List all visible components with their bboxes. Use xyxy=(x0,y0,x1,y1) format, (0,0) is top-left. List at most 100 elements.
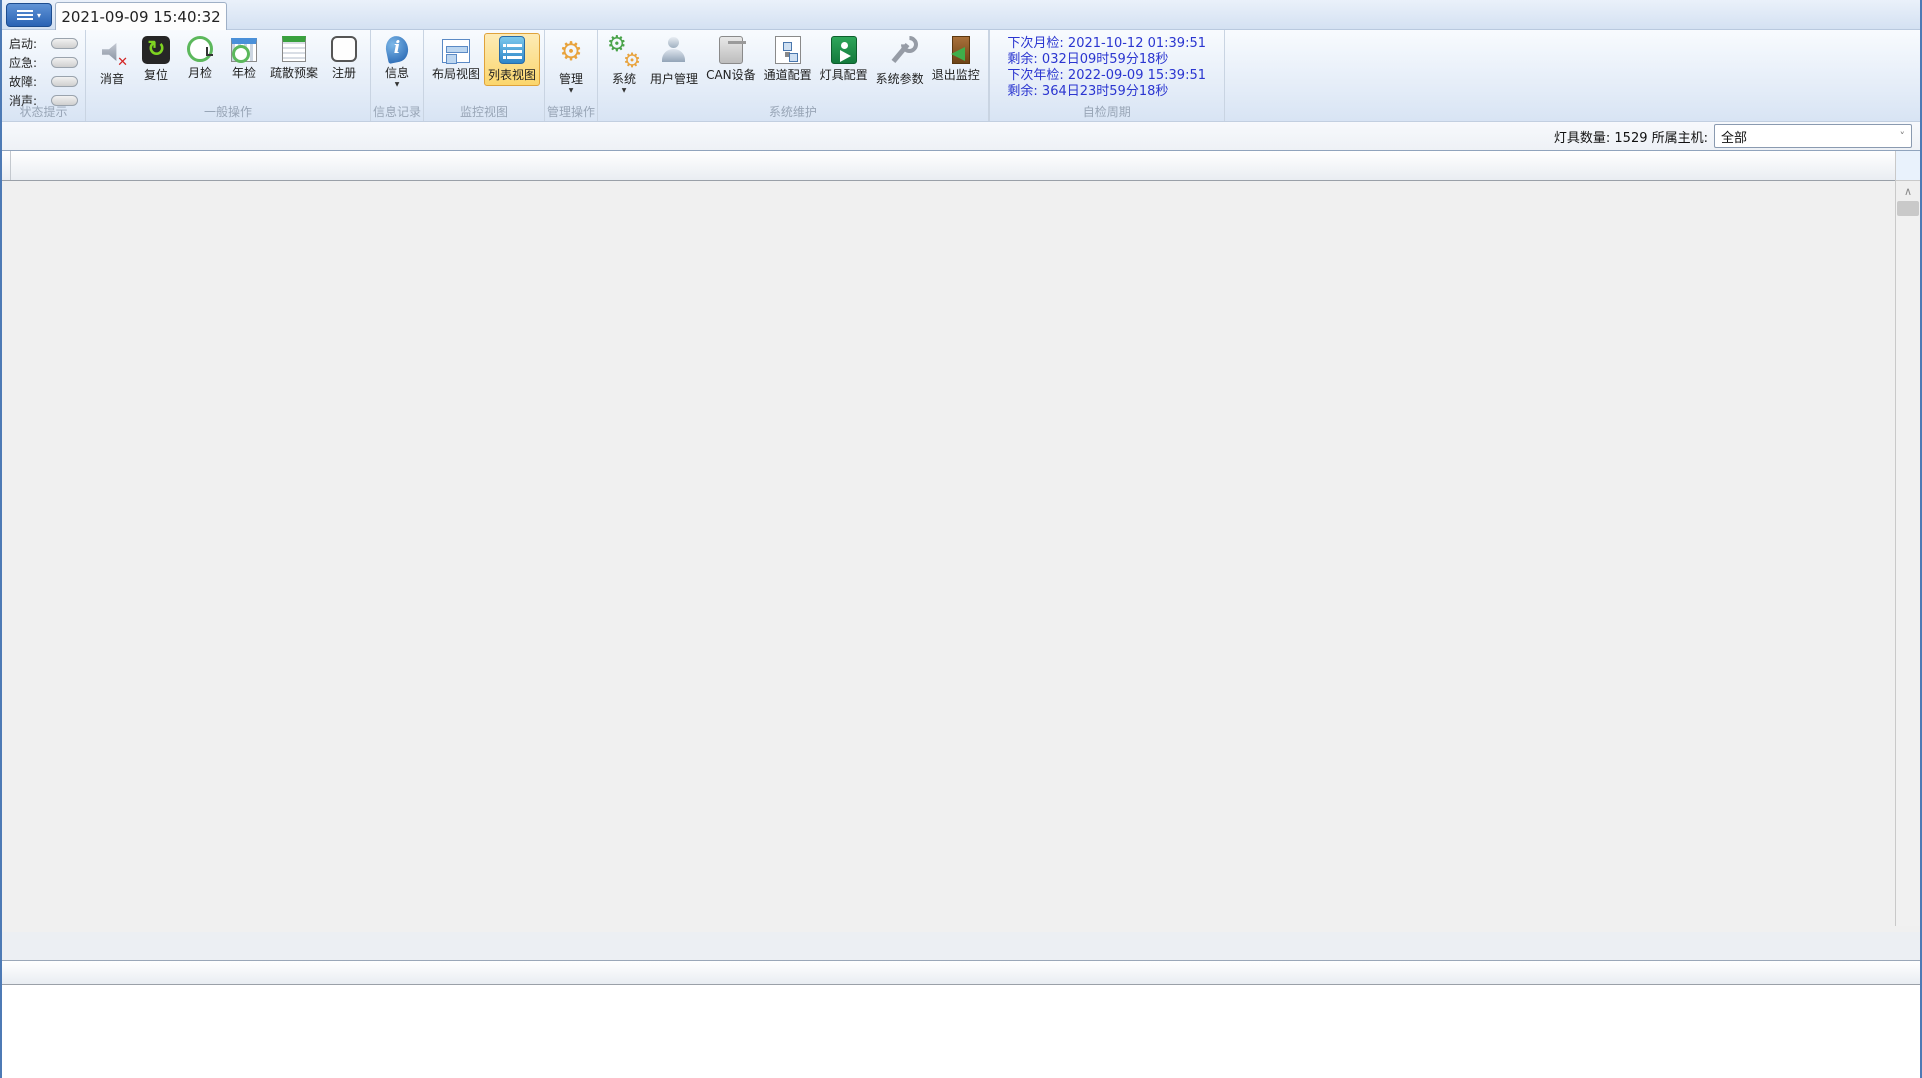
status-panel: 启动: 应急: 故障: 消声: 状态提示 xyxy=(2,30,86,121)
app-menu-button[interactable]: ▾ xyxy=(6,3,52,27)
fault-table-panel xyxy=(2,960,1920,1078)
ribbon-button-label: 系统 xyxy=(612,72,637,86)
self-check-line-0: 下次月检: 2021-10-12 01:39:51 xyxy=(1007,36,1206,51)
user-manage-icon xyxy=(657,36,691,68)
reset-button[interactable]: 复位 xyxy=(134,33,178,86)
info-icon xyxy=(383,33,411,65)
filter-bar: 灯具数量: 1529 所属主机: 全部 ˅ xyxy=(2,122,1920,150)
chevron-down-icon: ▾ xyxy=(36,10,41,20)
scrollbar-thumb[interactable] xyxy=(1897,201,1919,216)
host-filter-value: 全部 xyxy=(1721,130,1748,146)
menu-bars-icon xyxy=(16,10,33,20)
system-params-icon xyxy=(883,36,917,68)
ribbon-button-label: 列表视图 xyxy=(488,68,537,82)
register-icon xyxy=(331,36,358,62)
ribbon-group-0: 消音 复位 月检 年检疏散预案注册一般操作 xyxy=(86,30,372,121)
ribbon-button-label: 疏散预案 xyxy=(270,66,319,80)
app-window: ▾ 2021-09-09 15:40:32 启动: 应急: 故障: 消声: 状态提示 … xyxy=(0,0,1922,1078)
channel-config-icon xyxy=(774,36,801,64)
system-button[interactable]: 系统 ▼ xyxy=(602,32,646,96)
layout-view-icon xyxy=(442,39,471,64)
system-params-button[interactable]: 系统参数 xyxy=(872,33,928,90)
fault-table-header xyxy=(2,961,1920,985)
can-device-button[interactable]: CAN设备 xyxy=(702,33,760,86)
layout-view-button[interactable]: 布局视图 xyxy=(428,33,484,85)
ribbon-toolbar: 启动:应急:故障:消声: 状态提示 消音复位月检年检疏散预案注册一般操作信息▼信… xyxy=(2,30,1920,122)
ribbon-group-4: 系统 ▼ 用户管理 CAN设备 通道配置 灯具配置 系统参数 退出监控系统维护 xyxy=(598,30,989,121)
scrollbar-header-spacer xyxy=(1896,151,1920,181)
ribbon-group-label: 一般操作 xyxy=(204,105,253,119)
mute-button[interactable]: 消音 xyxy=(90,33,134,90)
lamp-table-header xyxy=(2,151,1920,181)
self-check-line-2: 下次年检: 2022-09-09 15:39:51 xyxy=(1007,68,1206,83)
ribbon-button-row: 信息▼ xyxy=(375,32,419,105)
can-device-icon xyxy=(718,36,746,64)
annual-check-button[interactable]: 年检 xyxy=(222,33,266,84)
main-table-scrollbar[interactable]: ∧ xyxy=(1895,151,1920,926)
chevron-down-icon: ▼ xyxy=(568,87,574,94)
ribbon-button-row: 消音 复位 月检 年检疏散预案注册 xyxy=(90,32,366,105)
mute-icon xyxy=(95,36,129,70)
lamp-table-panel: ∧ xyxy=(2,150,1920,932)
ribbon-group-3: 管理 ▼ 管理操作 xyxy=(545,30,599,121)
ribbon-button-label: 注册 xyxy=(332,66,357,80)
ribbon-button-label: 用户管理 xyxy=(650,72,699,86)
ribbon-button-label: CAN设备 xyxy=(706,68,756,82)
ribbon-group-1: 信息▼ 信息记录 xyxy=(371,30,425,121)
list-view-icon xyxy=(499,36,526,64)
ribbon-button-label: 系统参数 xyxy=(875,72,924,86)
ribbon-button-label: 信息 xyxy=(385,66,410,80)
host-filter-select[interactable]: 全部 ˅ xyxy=(1714,124,1912,148)
manage-button[interactable]: 管理 ▼ xyxy=(549,33,593,96)
title-bar: ▾ 2021-09-09 15:40:32 xyxy=(2,0,1920,30)
monthly-check-button[interactable]: 月检 xyxy=(178,33,222,84)
self-check-group-label: 自检周期 xyxy=(1082,105,1131,119)
ribbon-group-2: 布局视图 列表视图 监控视图 xyxy=(424,30,546,121)
bottom-tab-bar xyxy=(2,932,1920,960)
status-label: 故障: xyxy=(9,75,38,89)
exit-monitor-icon xyxy=(950,36,970,64)
status-indicator-light xyxy=(51,38,78,49)
status-item-1: 应急: xyxy=(6,54,81,71)
status-item-2: 故障: xyxy=(6,73,81,90)
ribbon-button-label: 管理 xyxy=(559,72,584,86)
title-clock: 2021-09-09 15:40:32 xyxy=(55,2,227,30)
chevron-down-icon: ▼ xyxy=(621,87,627,94)
status-indicator-light xyxy=(51,76,78,87)
status-group-label: 状态提示 xyxy=(19,105,68,119)
lamp-config-icon xyxy=(830,36,857,64)
ribbon-button-row: 布局视图 列表视图 xyxy=(428,32,541,105)
scroll-up-icon[interactable]: ∧ xyxy=(1896,181,1920,201)
ribbon-button-row: 管理 ▼ xyxy=(549,32,593,105)
ribbon-button-label: 通道配置 xyxy=(763,68,812,82)
ribbon-group-label: 系统维护 xyxy=(768,105,817,119)
exit-monitor-button[interactable]: 退出监控 xyxy=(928,33,984,86)
info-button[interactable]: 信息▼ xyxy=(375,33,419,90)
self-check-line-1: 剩余: 032日09时59分18秒 xyxy=(1007,52,1169,67)
chevron-down-icon: ▼ xyxy=(394,81,400,88)
list-view-button[interactable]: 列表视图 xyxy=(484,33,541,86)
reset-icon xyxy=(142,36,170,64)
system-icon xyxy=(607,32,641,72)
status-item-0: 启动: xyxy=(6,35,81,52)
lamp-count-label: 灯具数量: 1529 所属主机: xyxy=(1553,130,1708,146)
chevron-down-icon: ˅ xyxy=(1899,129,1906,143)
annual-check-icon xyxy=(231,38,257,63)
ribbon-button-label: 年检 xyxy=(231,66,256,80)
evacuation-plan-icon xyxy=(282,36,306,62)
ribbon-group-label: 监控视图 xyxy=(460,105,509,119)
monthly-check-icon xyxy=(187,36,213,62)
ribbon-button-row: 系统 ▼ 用户管理 CAN设备 通道配置 灯具配置 系统参数 退出监控 xyxy=(602,32,984,105)
register-button[interactable]: 注册 xyxy=(322,33,366,84)
ribbon-button-label: 灯具配置 xyxy=(819,68,868,82)
channel-config-button[interactable]: 通道配置 xyxy=(760,33,816,86)
lamp-config-button[interactable]: 灯具配置 xyxy=(816,33,872,86)
evacuation-plan-button[interactable]: 疏散预案 xyxy=(266,33,322,84)
status-indicator-light xyxy=(51,57,78,68)
ribbon-group-label: 管理操作 xyxy=(547,105,596,119)
header-left-margin xyxy=(2,151,11,180)
ribbon-button-label: 布局视图 xyxy=(432,67,481,81)
user-manage-button[interactable]: 用户管理 xyxy=(646,33,702,90)
ribbon-button-label: 消音 xyxy=(99,72,124,86)
ribbon-button-label: 月检 xyxy=(187,66,212,80)
